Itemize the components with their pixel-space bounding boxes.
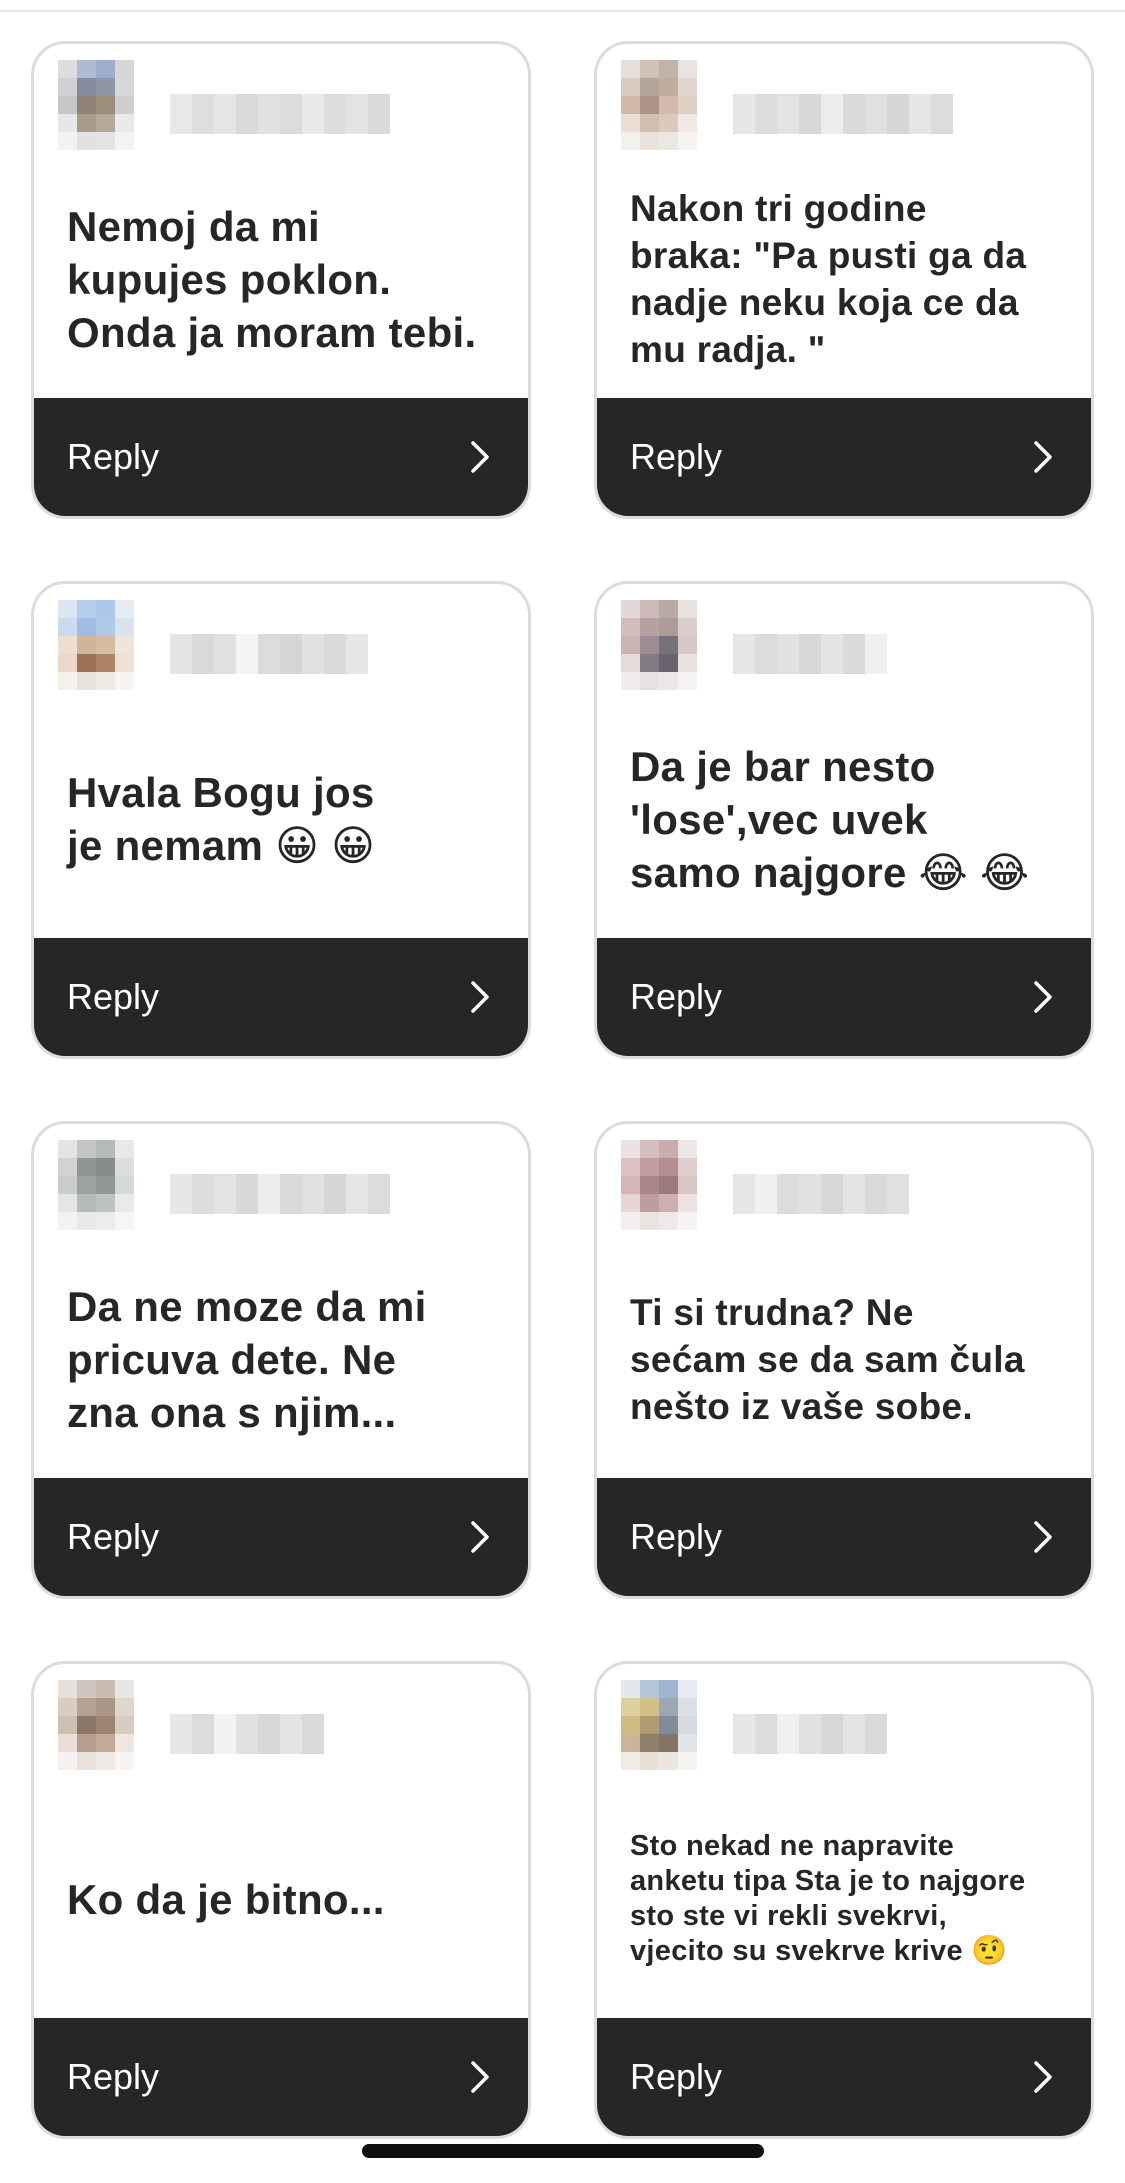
username-blurred[interactable]: [170, 1174, 390, 1214]
comment-body: Sto nekad ne napravite anketu tipa Sta j…: [630, 1774, 1061, 2024]
comment-card: Da ne moze da mi pricuva dete. Ne zna on…: [31, 1121, 531, 1599]
avatar[interactable]: [58, 1680, 134, 1770]
comment-body: Nemoj da mi kupujes poklon. Onda ja mora…: [67, 154, 498, 404]
chevron-right-icon: [1034, 981, 1052, 1013]
card-header: [58, 600, 508, 690]
reply-label: Reply: [630, 436, 723, 477]
card-header: [621, 600, 1071, 690]
reply-button[interactable]: Reply: [34, 938, 528, 1056]
avatar[interactable]: [621, 60, 697, 150]
username-blurred[interactable]: [733, 1174, 909, 1214]
reply-button[interactable]: Reply: [597, 938, 1091, 1056]
comment-card: Sto nekad ne napravite anketu tipa Sta j…: [594, 1661, 1094, 2139]
chevron-right-icon: [471, 1521, 489, 1553]
avatar[interactable]: [58, 600, 134, 690]
card-header: [621, 1140, 1071, 1230]
reply-label: Reply: [67, 436, 160, 477]
reply-label: Reply: [630, 976, 723, 1017]
home-indicator: [362, 2144, 764, 2158]
reply-button[interactable]: Reply: [597, 1478, 1091, 1596]
comment-text: Ti si trudna? Ne sećam se da sam čula ne…: [630, 1291, 1025, 1427]
comment-card: Ko da je bitno... Reply: [31, 1661, 531, 2139]
reply-label: Reply: [67, 1516, 160, 1557]
comment-body: Nakon tri godine braka: "Pa pusti ga da …: [630, 154, 1061, 404]
comment-text: Hvala Bogu jos je nemam 😀 😀: [67, 769, 376, 869]
chevron-right-icon: [471, 2061, 489, 2093]
username-blurred[interactable]: [170, 1714, 324, 1754]
card-header: [58, 60, 508, 150]
avatar[interactable]: [58, 60, 134, 150]
comment-card-grid: Nemoj da mi kupujes poklon. Onda ja mora…: [31, 41, 1094, 2139]
comment-body: Da je bar nesto 'lose',vec uvek samo naj…: [630, 694, 1061, 944]
username-blurred[interactable]: [733, 1714, 887, 1754]
reply-label: Reply: [67, 2056, 160, 2097]
comment-text: Nemoj da mi kupujes poklon. Onda ja mora…: [67, 202, 477, 356]
reply-button[interactable]: Reply: [34, 398, 528, 516]
reply-button[interactable]: Reply: [34, 2018, 528, 2136]
reply-label: Reply: [630, 2056, 723, 2097]
reply-button[interactable]: Reply: [34, 1478, 528, 1596]
comment-text: Ko da je bitno...: [67, 1875, 385, 1923]
chevron-right-icon: [471, 441, 489, 473]
username-blurred[interactable]: [733, 634, 887, 674]
avatar[interactable]: [621, 600, 697, 690]
comment-text: Da ne moze da mi pricuva dete. Ne zna on…: [67, 1282, 427, 1436]
comment-body: Ti si trudna? Ne sećam se da sam čula ne…: [630, 1234, 1061, 1484]
card-header: [58, 1680, 508, 1770]
avatar[interactable]: [58, 1140, 134, 1230]
comment-body: Hvala Bogu jos je nemam 😀 😀: [67, 694, 498, 944]
comment-card: Hvala Bogu jos je nemam 😀 😀 Reply: [31, 581, 531, 1059]
comment-card: Nemoj da mi kupujes poklon. Onda ja mora…: [31, 41, 531, 519]
comment-card: Ti si trudna? Ne sećam se da sam čula ne…: [594, 1121, 1094, 1599]
comment-body: Ko da je bitno...: [67, 1774, 498, 2024]
reply-button[interactable]: Reply: [597, 2018, 1091, 2136]
comment-card: Da je bar nesto 'lose',vec uvek samo naj…: [594, 581, 1094, 1059]
avatar[interactable]: [621, 1140, 697, 1230]
comment-text: Nakon tri godine braka: "Pa pusti ga da …: [630, 188, 1027, 370]
reply-label: Reply: [67, 976, 160, 1017]
card-header: [621, 1680, 1071, 1770]
reply-button[interactable]: Reply: [597, 398, 1091, 516]
card-header: [58, 1140, 508, 1230]
comment-body: Da ne moze da mi pricuva dete. Ne zna on…: [67, 1234, 498, 1484]
chevron-right-icon: [1034, 2061, 1052, 2093]
username-blurred[interactable]: [170, 634, 368, 674]
chevron-right-icon: [471, 981, 489, 1013]
username-blurred[interactable]: [733, 94, 953, 134]
card-header: [621, 60, 1071, 150]
top-divider: [0, 0, 1125, 12]
chevron-right-icon: [1034, 441, 1052, 473]
username-blurred[interactable]: [170, 94, 390, 134]
comment-text: Sto nekad ne napravite anketu tipa Sta j…: [630, 1830, 1026, 1967]
avatar[interactable]: [621, 1680, 697, 1770]
comment-card: Nakon tri godine braka: "Pa pusti ga da …: [594, 41, 1094, 519]
reply-label: Reply: [630, 1516, 723, 1557]
comment-text: Da je bar nesto 'lose',vec uvek samo naj…: [630, 742, 1030, 896]
chevron-right-icon: [1034, 1521, 1052, 1553]
